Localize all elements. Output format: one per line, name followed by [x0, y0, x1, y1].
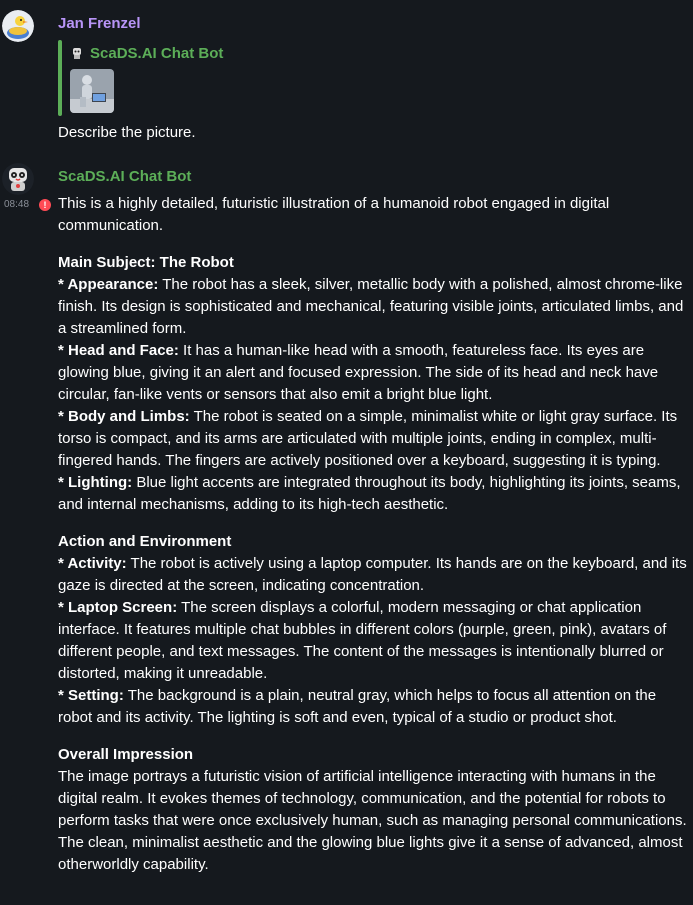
- section-title: Overall Impression: [58, 746, 194, 763]
- reply-sender-label: ScaDS.AI Chat Bot: [90, 45, 224, 62]
- message-body: This is a highly detailed, futuristic il…: [58, 193, 690, 891]
- item-text: Blue light accents are integrated throug…: [58, 474, 681, 513]
- message-jan: Jan Frenzel ScaDS.AI Chat Bot Describe t…: [0, 0, 693, 150]
- user-avatar[interactable]: [2, 10, 34, 42]
- reply-image-thumbnail[interactable]: [70, 69, 114, 113]
- send-error-icon[interactable]: !: [39, 199, 51, 211]
- item-label: * Lighting:: [58, 474, 133, 491]
- item-label: * Laptop Screen:: [58, 599, 178, 616]
- item-label: * Setting:: [58, 687, 124, 704]
- item-text: The background is a plain, neutral gray,…: [58, 687, 657, 726]
- closing-text: The image portrays a futuristic vision o…: [58, 768, 687, 873]
- robot-avatar-icon: [70, 46, 84, 60]
- section-overall: Overall Impression The image portrays a …: [58, 744, 690, 876]
- item-label: * Activity:: [58, 555, 127, 572]
- bot-avatar[interactable]: [2, 163, 34, 195]
- reply-quote-bar: [58, 40, 62, 116]
- intro-paragraph: This is a highly detailed, futuristic il…: [58, 195, 610, 234]
- item-text: The robot is actively using a laptop com…: [58, 555, 687, 594]
- sender-name[interactable]: Jan Frenzel: [58, 14, 141, 34]
- message-timestamp: 08:48: [4, 199, 30, 210]
- item-label: * Body and Limbs:: [58, 408, 190, 425]
- section-title: Main Subject: The Robot: [58, 254, 234, 271]
- sender-name[interactable]: ScaDS.AI Chat Bot: [58, 167, 191, 187]
- section-title: Action and Environment: [58, 533, 232, 550]
- message-text: Describe the picture.: [58, 124, 196, 141]
- section-environment: Action and Environment * Activity: The r…: [58, 531, 690, 729]
- section-robot: Main Subject: The Robot * Appearance: Th…: [58, 252, 690, 516]
- message-bot: ScaDS.AI Chat Bot 08:48 ! This is a high…: [0, 150, 693, 905]
- item-label: * Appearance:: [58, 276, 159, 293]
- item-label: * Head and Face:: [58, 342, 179, 359]
- reply-sender[interactable]: ScaDS.AI Chat Bot: [70, 44, 223, 64]
